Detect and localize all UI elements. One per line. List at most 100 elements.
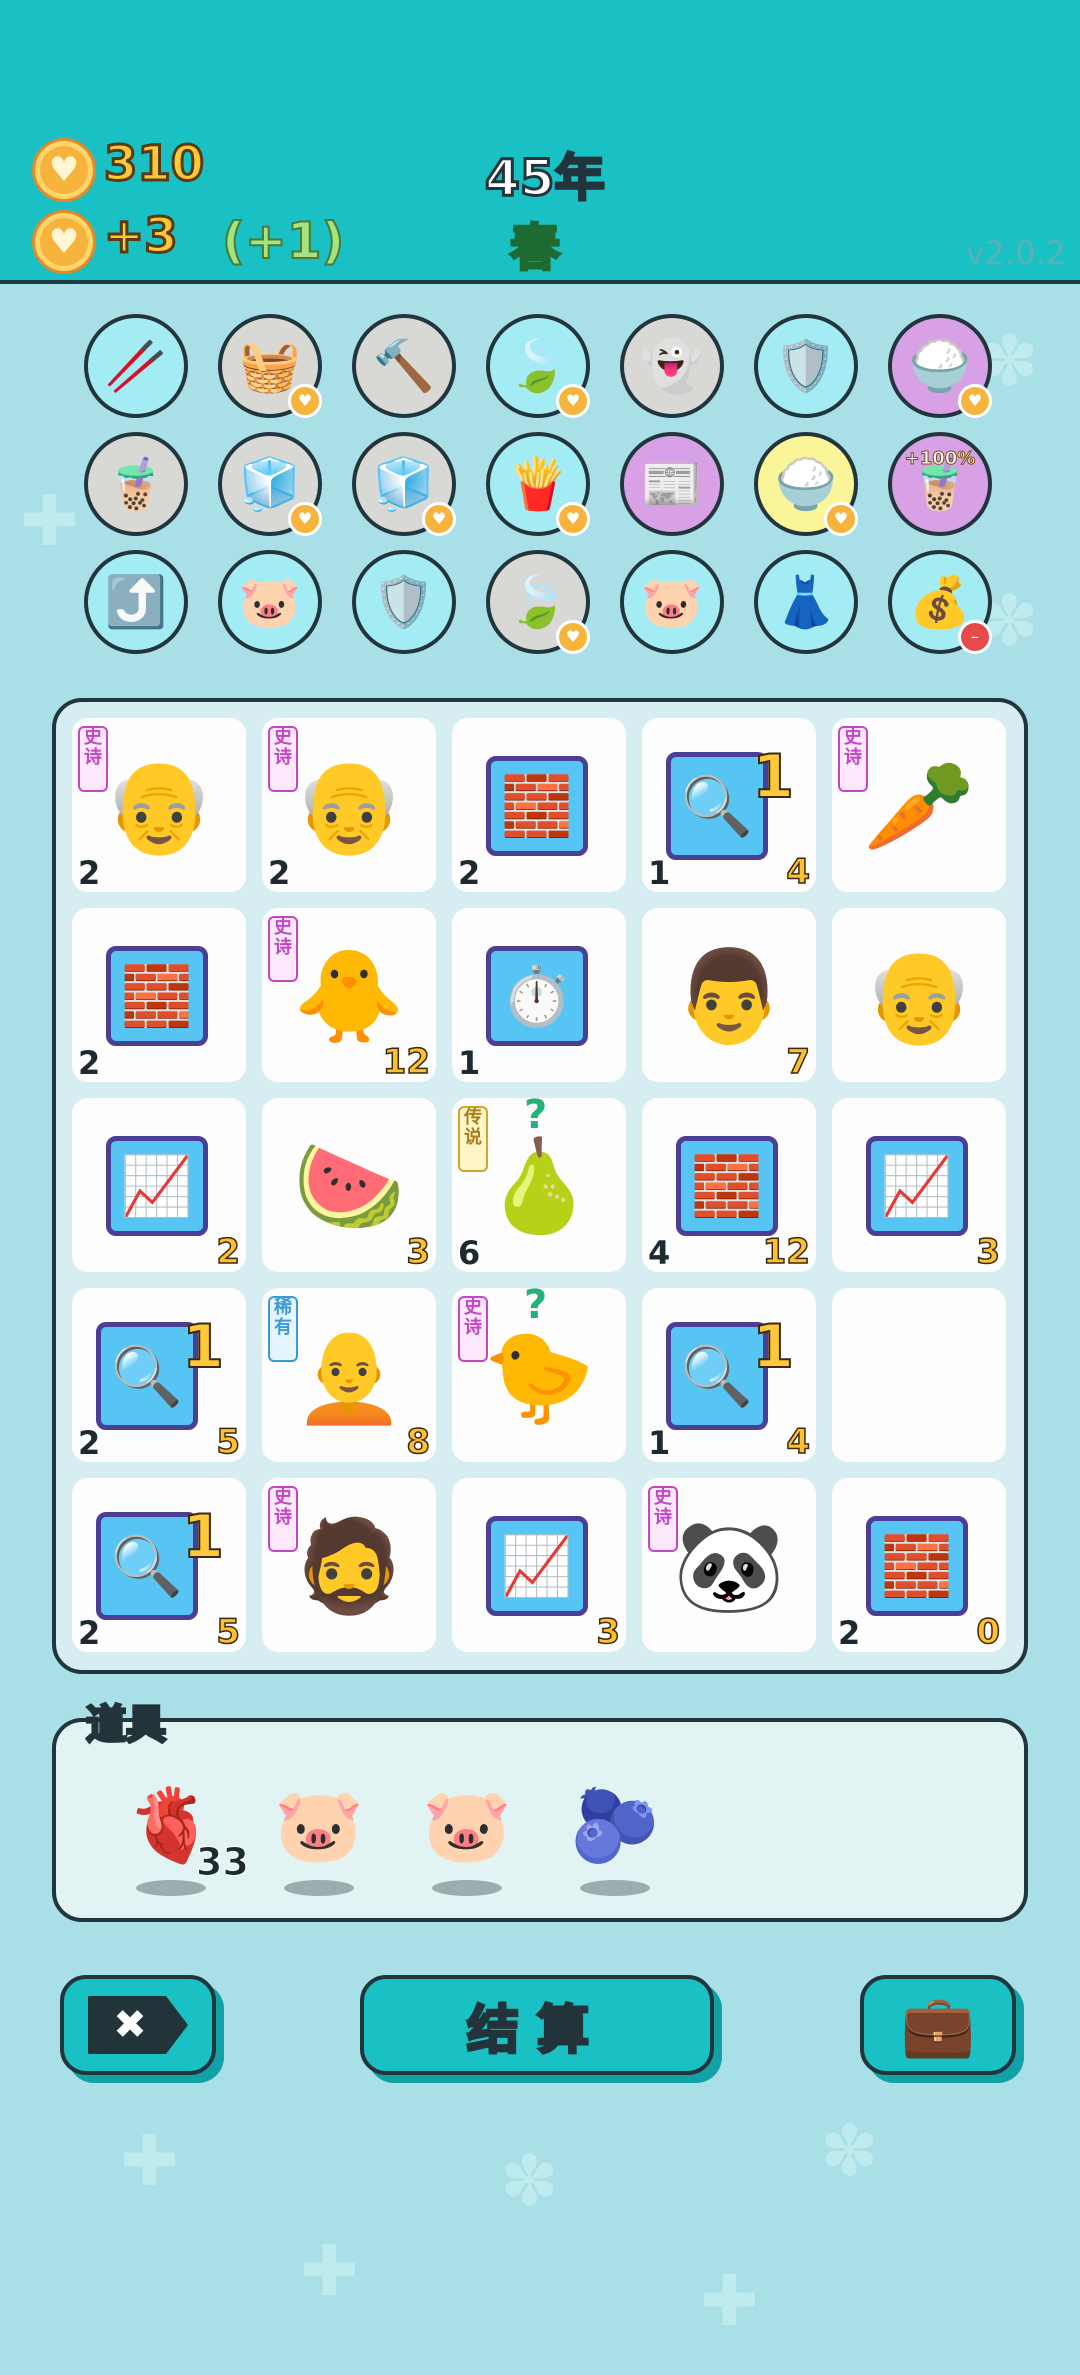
inventory-title: 道具 <box>85 1701 168 1750</box>
board-cell-empty[interactable] <box>832 1288 1006 1462</box>
coin-magnifier-level: 1 <box>751 741 795 813</box>
board-cell-pear[interactable]: 🍐? 传说 6 <box>452 1092 626 1272</box>
rice-bowl-icon: 🍚 <box>774 454 838 513</box>
piggy-bank-icon: 🐷 <box>640 572 704 631</box>
relic-up-arrow-card[interactable]: ⤴️ <box>84 550 188 654</box>
question-mark-icon: ? <box>524 1282 548 1328</box>
coin-icon <box>32 138 96 202</box>
board-cell-coin-magnifier[interactable]: 🔍 1 1 4 <box>642 1288 816 1463</box>
board-cell-bearded-man[interactable]: 🧔 史诗 <box>262 1478 436 1652</box>
leaf-icon: 🍃 <box>506 572 570 631</box>
board-cell-stopwatch[interactable]: ⏱️ 1 <box>452 908 626 1082</box>
money-bag-icon: 💰 <box>908 572 972 631</box>
gold-bars-icon: 🧱 <box>486 756 588 856</box>
bubble-tea-icon: 🧋 <box>104 454 168 513</box>
relic-double-bubble-tea[interactable]: 🧋 +100% <box>888 432 992 536</box>
board-cell-gold-bars[interactable]: 🧱 2 <box>72 908 246 1082</box>
coin-badge: ♥ <box>958 384 992 418</box>
bag-button[interactable]: 💼 <box>860 1975 1016 2075</box>
board-cell-panda[interactable]: 🐼 史诗 <box>642 1478 816 1652</box>
relic-ghost[interactable]: 👻 <box>620 314 724 418</box>
board-cell-gold-bars[interactable]: 🧱 2 <box>452 718 626 892</box>
cell-count: 1 <box>458 1044 481 1082</box>
cell-count: 1 <box>648 1424 671 1462</box>
board-cell-growth-chart[interactable]: 📈 3 <box>452 1478 626 1653</box>
settle-label: 结算 <box>465 1999 607 2062</box>
relic-skirt[interactable]: 👗 <box>754 550 858 654</box>
relic-repair-shield[interactable]: 🛡️ <box>352 550 456 654</box>
board-cell-old-man[interactable]: 👴 <box>832 908 1006 1082</box>
board-cell-einstein-chick[interactable]: 🐤? 史诗 <box>452 1282 626 1462</box>
relic-rice-bowl[interactable]: 🍚 ♥ <box>754 432 858 536</box>
rarity-tag: 传说 <box>458 1106 488 1172</box>
rice-bowl-icon: 🍚 <box>908 336 972 395</box>
decor-plus: ✚ <box>120 2120 179 2202</box>
repair-shield-icon: 🛡️ <box>774 336 838 395</box>
relic-bubble-tea[interactable]: 🧋 <box>84 432 188 536</box>
old-man-icon: 👴 <box>862 944 976 1049</box>
item-count: 33 <box>196 1840 250 1885</box>
board-cell-gold-bars[interactable]: 🧱 2 0 <box>832 1478 1006 1653</box>
settle-button[interactable]: 结算 <box>360 1975 714 2075</box>
version-label: v2.0.2 <box>965 234 1066 272</box>
relic-sugar-cubes[interactable]: 🧊 ♥ <box>218 432 322 536</box>
board-cell-watermelon-ball[interactable]: 🍉 3 <box>262 1098 436 1273</box>
board-cell-man[interactable]: 👨 7 <box>642 908 816 1083</box>
relic-fries[interactable]: 🍟 ♥ <box>486 432 590 536</box>
relic-rice-bowl[interactable]: 🍚 ♥ <box>888 314 992 418</box>
relic-sticks[interactable]: 🥢 <box>84 314 188 418</box>
board-cell-growth-chart[interactable]: 📈 2 <box>72 1098 246 1273</box>
ghost-icon: 👻 <box>640 336 704 395</box>
coin-magnifier-level: 1 <box>181 1501 225 1573</box>
board-cell-grandpa[interactable]: 👴 史诗 2 <box>262 718 436 892</box>
relic-hammer[interactable]: 🔨 <box>352 314 456 418</box>
rarity-tag: 史诗 <box>268 916 298 982</box>
relic-fruit-basket[interactable]: 🧺 ♥ <box>218 314 322 418</box>
fries-icon: 🍟 <box>506 454 570 513</box>
year-label: 45年 <box>484 148 607 209</box>
board-cell-bald-man[interactable]: 🧑‍🦲 稀有 8 <box>262 1288 436 1463</box>
relic-sugar-cubes[interactable]: 🧊 ♥ <box>352 432 456 536</box>
time-magazine-icon: 📰 <box>640 454 704 513</box>
leaf-icon: 🍃 <box>506 336 570 395</box>
board-cell-coin-magnifier[interactable]: 🔍 1 2 5 <box>72 1478 246 1653</box>
board-cell-coin-magnifier[interactable]: 🔍 1 1 4 <box>642 718 816 893</box>
board-cell-gold-bars[interactable]: 🧱 4 12 <box>642 1098 816 1273</box>
relic-leaf[interactable]: 🍃 ♥ <box>486 550 590 654</box>
cell-count: 2 <box>838 1614 861 1652</box>
board-cell-carrot[interactable]: 🥕 史诗 <box>832 718 1006 892</box>
growth-chart-icon: 📈 <box>486 1516 588 1616</box>
sugar-cubes-icon: 🧊 <box>372 454 436 513</box>
relic-money-bag[interactable]: 💰 – <box>888 550 992 654</box>
double-bubble-tea-label: +100% <box>904 448 976 470</box>
board-cell-coin-magnifier[interactable]: 🔍 1 2 5 <box>72 1288 246 1463</box>
board-cell-growth-chart[interactable]: 📈 3 <box>832 1098 1006 1273</box>
relic-repair-shield[interactable]: 🛡️ <box>754 314 858 418</box>
inventory-piggy-bank[interactable]: 🐷 <box>264 1770 374 1880</box>
rarity-tag: 史诗 <box>78 726 108 792</box>
relic-leaf[interactable]: 🍃 ♥ <box>486 314 590 418</box>
inventory-piggy-bank[interactable]: 🐷 <box>412 1770 522 1880</box>
season-label: 春 <box>509 218 562 279</box>
board-cell-grandpa[interactable]: 👴 史诗 2 <box>72 718 246 892</box>
rarity-tag: 史诗 <box>458 1296 488 1362</box>
cell-value: 8 <box>406 1421 431 1463</box>
growth-chart-icon: 📈 <box>866 1136 968 1236</box>
income-value: +3 <box>103 207 180 266</box>
cell-count: 4 <box>648 1234 671 1272</box>
coin-badge: ♥ <box>288 502 322 536</box>
income-coin-icon <box>32 210 96 274</box>
coin-badge: ♥ <box>288 384 322 418</box>
relic-piggy-bank[interactable]: 🐷 <box>620 550 724 654</box>
relic-time-magazine[interactable]: 📰 <box>620 432 724 536</box>
skirt-icon: 👗 <box>774 572 838 631</box>
inventory-blueberry[interactable]: 🫐 <box>560 1770 670 1880</box>
stopwatch-icon: ⏱️ <box>486 946 588 1046</box>
board-cell-chick[interactable]: 🐥 史诗 12 <box>262 908 436 1083</box>
delete-button[interactable]: ✖ <box>60 1975 216 2075</box>
cell-count: 2 <box>78 854 101 892</box>
relic-piggy-bank[interactable]: 🐷 <box>218 550 322 654</box>
coin-badge: ♥ <box>824 502 858 536</box>
coin-magnifier-level: 1 <box>751 1311 795 1383</box>
gold-bars-icon: 🧱 <box>676 1136 778 1236</box>
